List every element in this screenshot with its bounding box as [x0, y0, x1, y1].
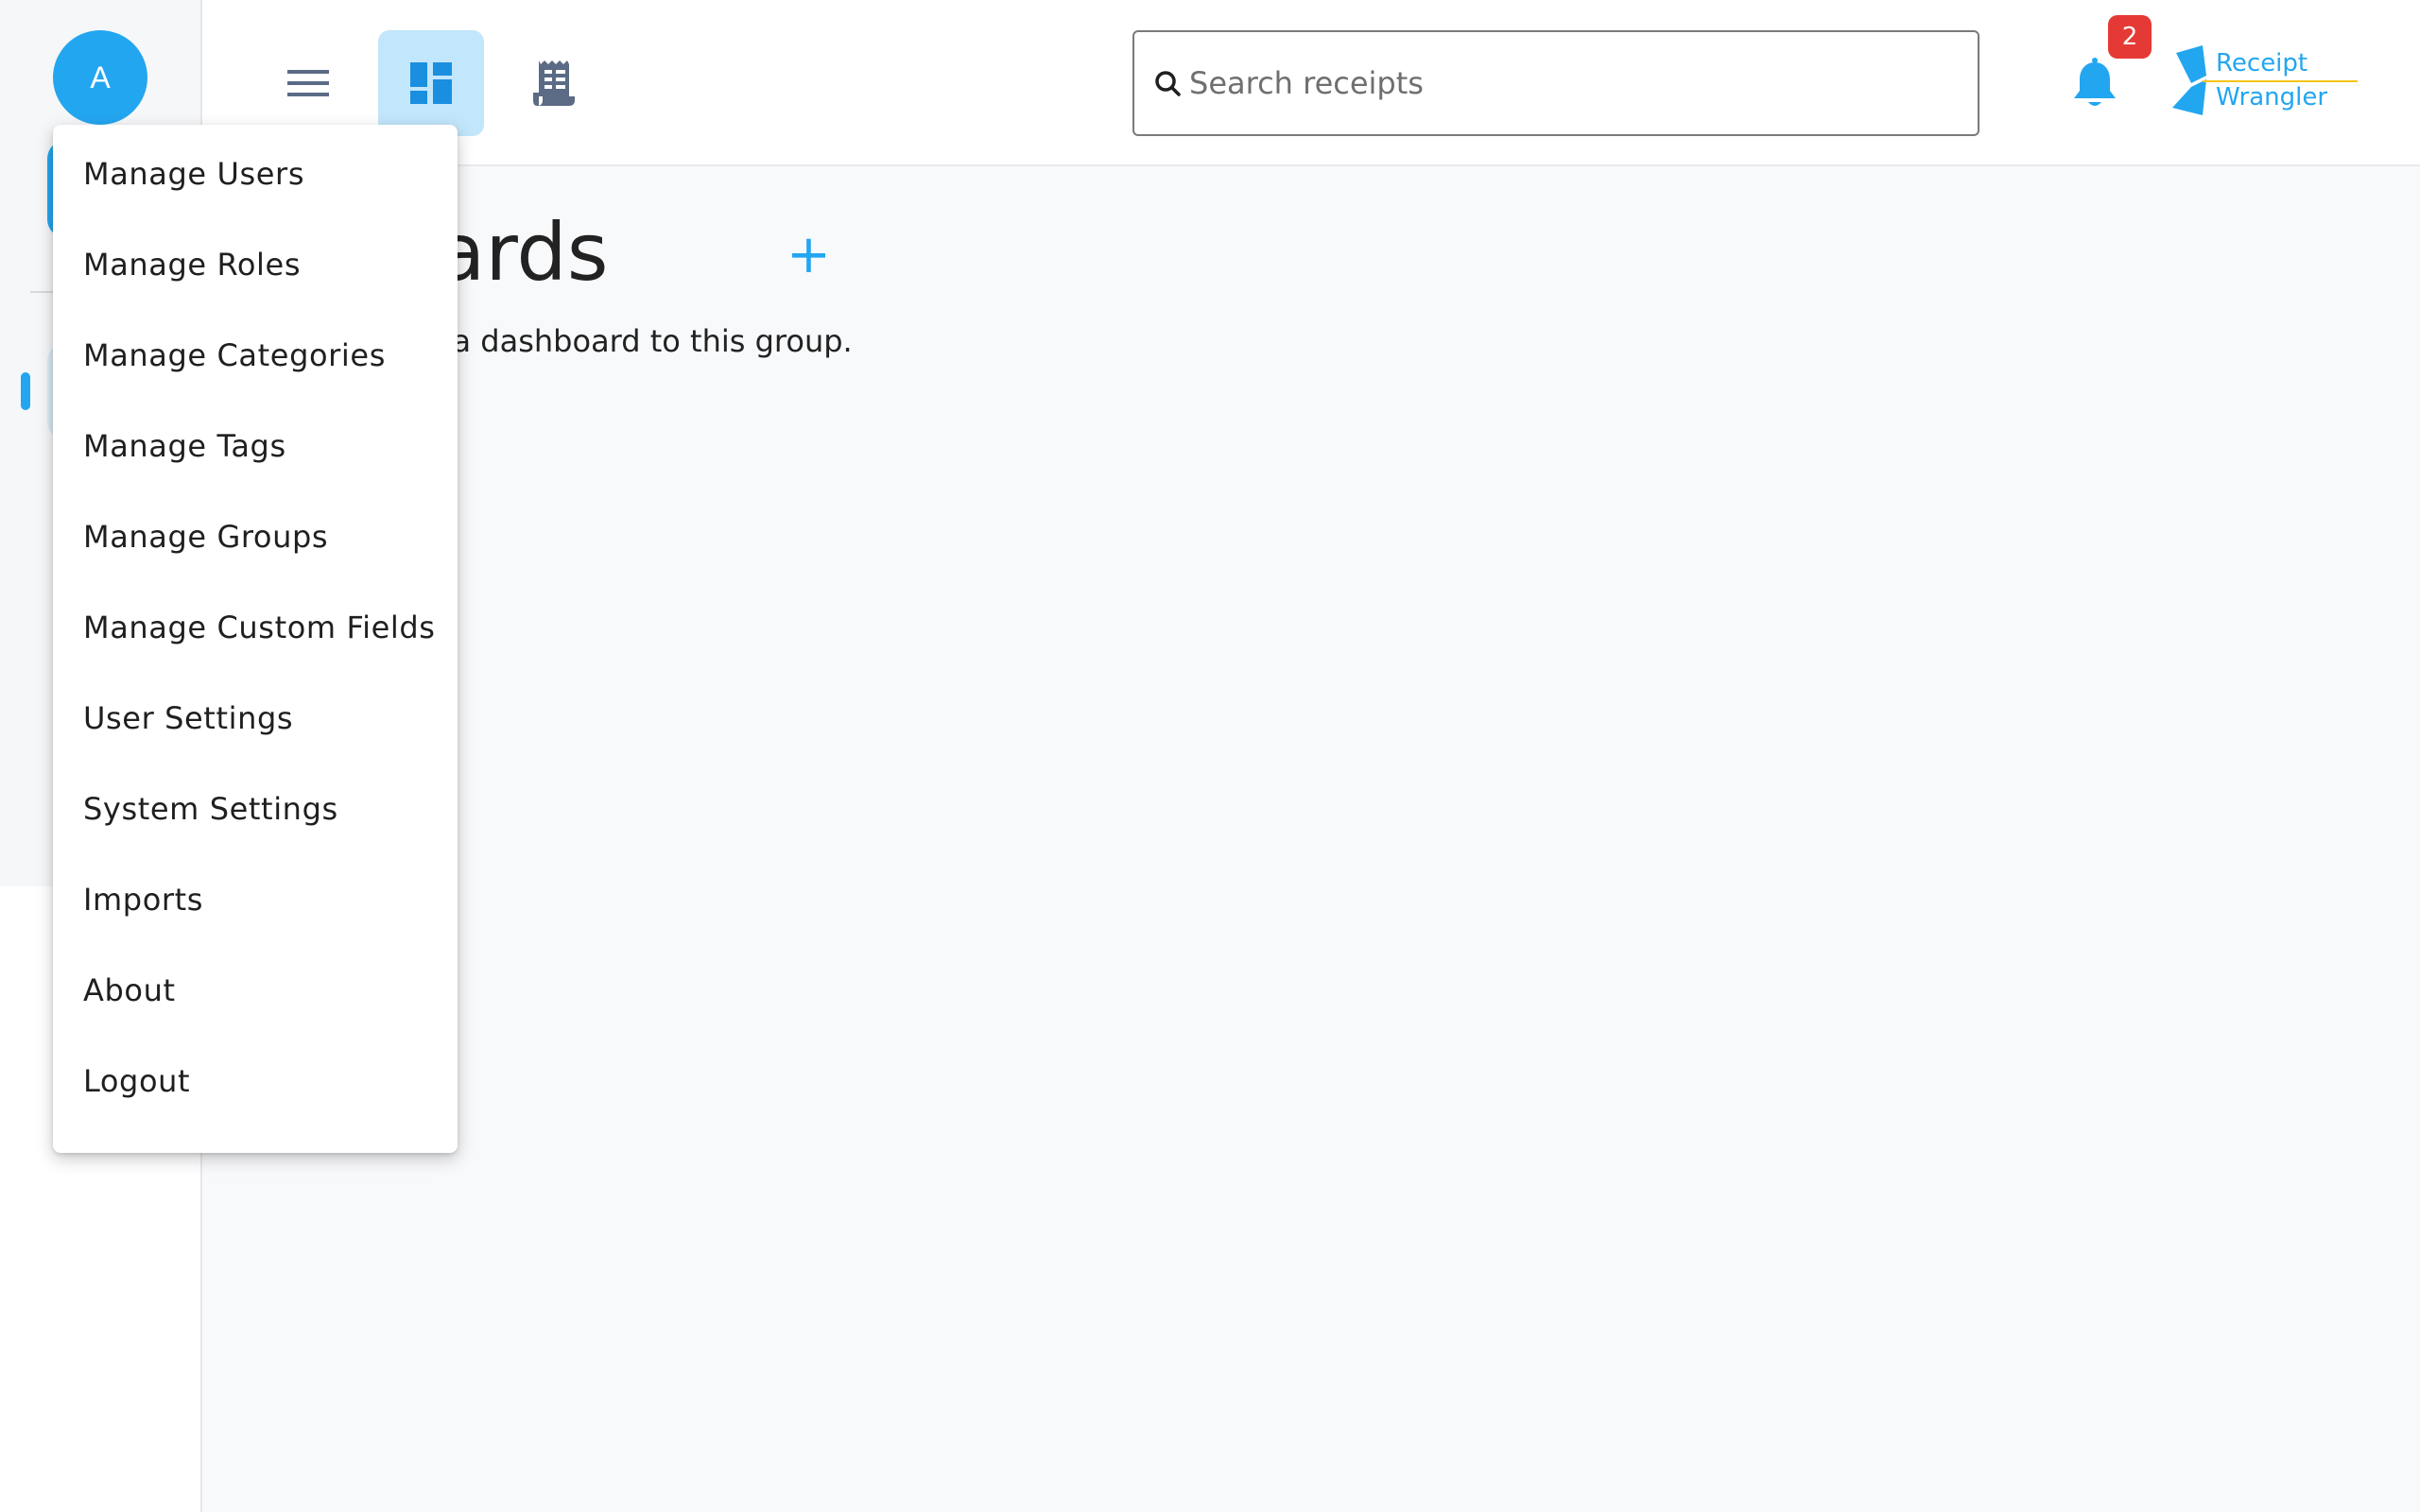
avatar-button[interactable]: A [53, 30, 147, 125]
logo-text-line1: Receipt [2216, 49, 2308, 77]
menu-item-manage-roles[interactable]: Manage Roles [53, 219, 458, 310]
receipts-button[interactable] [501, 30, 607, 136]
menu-item-imports[interactable]: Imports [53, 854, 458, 945]
menu-item-manage-users[interactable]: Manage Users [53, 129, 458, 219]
menu-item-logout[interactable]: Logout [53, 1036, 458, 1126]
logo-text-line2: Wrangler [2216, 83, 2328, 112]
menu-icon [287, 70, 329, 96]
dashboard-button[interactable] [378, 30, 484, 136]
notification-count: 2 [2121, 23, 2138, 51]
menu-item-system-settings[interactable]: System Settings [53, 764, 458, 854]
search-input[interactable] [1189, 65, 1964, 101]
dashboard-icon [410, 62, 452, 104]
search-icon [1155, 71, 1181, 96]
top-bar: 2 Receipt Wrangler [202, 0, 2420, 166]
add-dashboard-button[interactable]: + [786, 229, 831, 282]
menu-item-manage-custom-fields[interactable]: Manage Custom Fields [53, 582, 458, 673]
user-menu: Manage Users Manage Roles Manage Categor… [53, 125, 458, 1153]
notification-badge: 2 [2108, 15, 2152, 59]
menu-item-manage-groups[interactable]: Manage Groups [53, 491, 458, 582]
avatar-initial: A [90, 60, 111, 94]
menu-item-manage-tags[interactable]: Manage Tags [53, 401, 458, 491]
bell-icon[interactable] [2065, 55, 2125, 115]
menu-toggle-button[interactable] [255, 30, 361, 136]
search-field[interactable] [1132, 30, 1979, 136]
menu-item-manage-categories[interactable]: Manage Categories [53, 310, 458, 401]
receipt-icon [533, 60, 575, 106]
menu-item-about[interactable]: About [53, 945, 458, 1036]
rail-active-indicator [21, 372, 30, 410]
menu-item-user-settings[interactable]: User Settings [53, 673, 458, 764]
